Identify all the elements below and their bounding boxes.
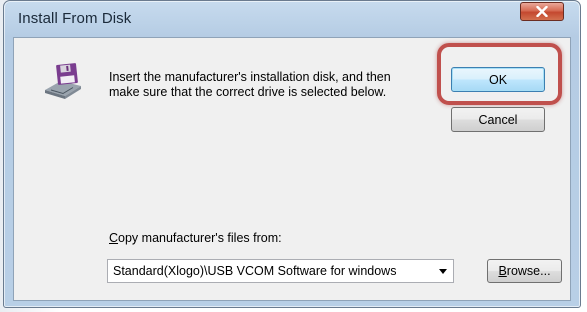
window-title: Install From Disk — [18, 10, 132, 27]
dialog-body: Insert the manufacturer's installation d… — [13, 37, 571, 301]
floppy-disk-drive-icon — [45, 63, 81, 99]
instruction-line-1: Insert the manufacturer's installation d… — [109, 70, 391, 84]
close-icon — [536, 6, 548, 17]
ok-button[interactable]: OK — [451, 67, 545, 92]
instruction-message: Insert the manufacturer's installation d… — [109, 70, 439, 100]
copy-from-combobox[interactable]: Standard(Xlogo)\USB VCOM Software for wi… — [107, 259, 454, 283]
instruction-line-2: make sure that the correct drive is sele… — [109, 85, 387, 99]
title-bar[interactable]: Install From Disk — [4, 1, 580, 35]
copy-from-label: Copy manufacturer's files from: — [109, 231, 282, 245]
chevron-down-icon[interactable] — [439, 269, 447, 274]
browse-button-accelerator: B — [498, 264, 507, 278]
browse-button-text: rowse... — [506, 264, 551, 278]
browse-button[interactable]: Browse... — [487, 259, 562, 283]
copy-from-selected-value: Standard(Xlogo)\USB VCOM Software for wi… — [113, 264, 397, 278]
install-from-disk-dialog: Install From Disk Insert the manufacture… — [3, 0, 581, 308]
close-button[interactable] — [520, 2, 564, 21]
copy-from-label-text: opy manufacturer's files from: — [118, 231, 282, 245]
copy-from-label-accelerator: C — [109, 231, 119, 245]
cancel-button[interactable]: Cancel — [451, 107, 545, 132]
